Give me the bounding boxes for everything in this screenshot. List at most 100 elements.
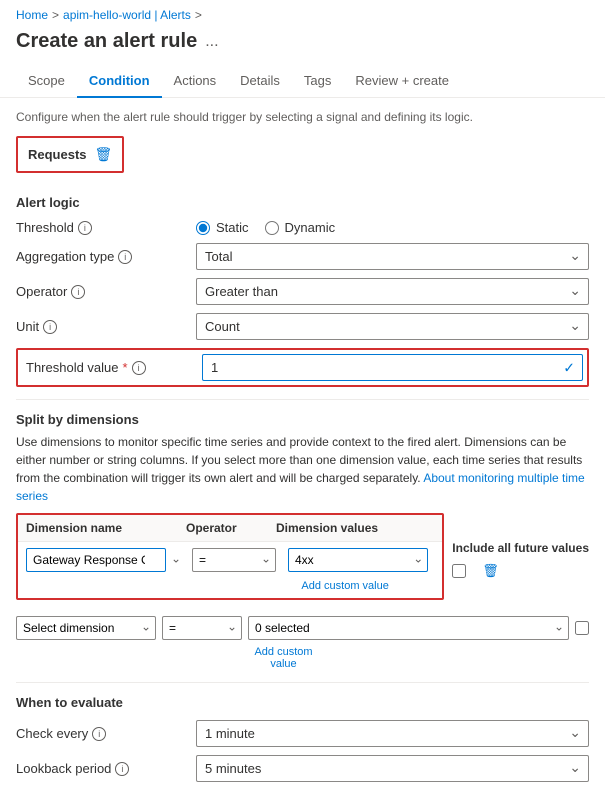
lookback-info-icon[interactable]: i xyxy=(115,762,129,776)
add-custom-value-link-1[interactable]: Add custom value xyxy=(256,578,434,592)
dim-cell-op-1: = xyxy=(192,548,282,572)
tab-scope[interactable]: Scope xyxy=(16,65,77,98)
lookback-select[interactable]: 1 minute 5 minutes 15 minutes 30 minutes… xyxy=(196,755,589,782)
unit-label-text: Unit xyxy=(16,319,39,334)
aggregation-type-row: Aggregation type i Total Average Minimum… xyxy=(16,243,589,270)
dim-add-row: Select dimension = 0 selected xyxy=(16,616,589,640)
radio-static[interactable]: Static xyxy=(196,220,249,235)
dim-add-name-wrapper: Select dimension xyxy=(16,616,156,640)
dim-header-values: Dimension values xyxy=(276,521,434,535)
page-title: Create an alert rule xyxy=(16,30,197,53)
dim-header-operator: Operator xyxy=(186,521,276,535)
dim-row-1: Gateway Response C... = xyxy=(18,542,442,578)
tab-actions[interactable]: Actions xyxy=(162,65,229,98)
requests-delete-icon[interactable]: 🗑 xyxy=(95,146,113,163)
dim-add-name-select[interactable]: Select dimension xyxy=(16,616,156,640)
lookback-label: Lookback period i xyxy=(16,761,196,776)
add-custom-value-link-2[interactable]: Add custom value xyxy=(241,644,326,670)
requests-section-box: Requests 🗑 xyxy=(16,136,124,173)
split-desc: Use dimensions to monitor specific time … xyxy=(16,433,589,505)
breadcrumb-home[interactable]: Home xyxy=(16,8,48,22)
threshold-value-label-text: Threshold value xyxy=(26,360,119,375)
breadcrumb-sep2: > xyxy=(195,8,202,22)
threshold-info-icon[interactable]: i xyxy=(78,221,92,235)
dim-val-select-1[interactable]: 4xx xyxy=(288,548,428,572)
dim-val-select-wrapper-1: 4xx xyxy=(288,548,428,572)
dim-header-name: Dimension name xyxy=(26,521,186,535)
threshold-label-text: Threshold xyxy=(16,220,74,235)
operator-select-wrapper: Greater than Less than Greater than or e… xyxy=(196,278,589,305)
dim-add-op-select[interactable]: = xyxy=(162,616,242,640)
tab-condition[interactable]: Condition xyxy=(77,65,162,98)
operator-label: Operator i xyxy=(16,284,196,299)
threshold-check-icon: ✓ xyxy=(563,359,575,376)
aggregation-select[interactable]: Total Average Minimum Maximum Count xyxy=(196,243,589,270)
dimension-table: Dimension name Operator Dimension values… xyxy=(16,513,444,600)
dim-add-val-select[interactable]: 0 selected xyxy=(248,616,569,640)
aggregation-label-text: Aggregation type xyxy=(16,249,114,264)
unit-info-icon[interactable]: i xyxy=(43,320,57,334)
check-every-info-icon[interactable]: i xyxy=(92,727,106,741)
divider1 xyxy=(16,399,589,400)
operator-label-text: Operator xyxy=(16,284,67,299)
content: Configure when the alert rule should tri… xyxy=(0,98,605,802)
threshold-value-row: Threshold value * i ✓ xyxy=(16,348,589,387)
condition-description: Configure when the alert rule should tri… xyxy=(16,110,589,124)
page-menu-icon[interactable]: ... xyxy=(205,33,218,51)
dim-future-1: Include all future values xyxy=(452,541,589,555)
include-future-checkbox-2[interactable] xyxy=(575,621,589,635)
include-future-checkbox-1[interactable] xyxy=(452,564,466,578)
tab-details[interactable]: Details xyxy=(228,65,292,98)
check-every-select-wrapper: 1 minute 5 minutes 15 minutes 30 minutes… xyxy=(196,720,589,747)
breadcrumb-resource[interactable]: apim-hello-world | Alerts xyxy=(63,8,191,22)
check-every-label: Check every i xyxy=(16,726,196,741)
check-every-row: Check every i 1 minute 5 minutes 15 minu… xyxy=(16,720,589,747)
breadcrumb: Home > apim-hello-world | Alerts > xyxy=(0,0,605,26)
dim-table-header: Dimension name Operator Dimension values xyxy=(18,515,442,542)
dim-op-select-1[interactable]: = xyxy=(192,548,276,572)
dim-cell-name-1: Gateway Response C... xyxy=(26,548,186,572)
radio-dynamic-input[interactable] xyxy=(265,221,279,235)
threshold-row: Threshold i Static Dynamic xyxy=(16,220,589,235)
requests-title: Requests xyxy=(28,147,87,162)
aggregation-info-icon[interactable]: i xyxy=(118,250,132,264)
threshold-label: Threshold i xyxy=(16,220,196,235)
dim-extras-1: Include all future values 🗑 xyxy=(452,513,589,579)
when-eval-title: When to evaluate xyxy=(16,695,589,710)
operator-select[interactable]: Greater than Less than Greater than or e… xyxy=(196,278,589,305)
aggregation-select-wrapper: Total Average Minimum Maximum Count xyxy=(196,243,589,270)
aggregation-label: Aggregation type i xyxy=(16,249,196,264)
tab-review[interactable]: Review + create xyxy=(343,65,461,98)
dim-future-header: Include all future values xyxy=(452,541,589,555)
threshold-value-input-wrapper: ✓ xyxy=(202,354,583,381)
dim-name-select-1[interactable]: Gateway Response C... xyxy=(26,548,166,572)
unit-row: Unit i Count Bytes Percent xyxy=(16,313,589,340)
lookback-select-wrapper: 1 minute 5 minutes 15 minutes 30 minutes… xyxy=(196,755,589,782)
split-by-dimensions-section: Split by dimensions Use dimensions to mo… xyxy=(16,412,589,670)
dim-cell-val-1: 4xx xyxy=(288,548,434,572)
split-title: Split by dimensions xyxy=(16,412,589,427)
breadcrumb-sep1: > xyxy=(52,8,59,22)
dim-op-select-wrapper-1: = xyxy=(192,548,276,572)
unit-select[interactable]: Count Bytes Percent xyxy=(196,313,589,340)
threshold-value-input[interactable] xyxy=(202,354,583,381)
threshold-radio-group: Static Dynamic xyxy=(196,220,589,235)
alert-logic-section: Alert logic Threshold i Static Dynamic xyxy=(16,195,589,387)
when-to-evaluate-section: When to evaluate Check every i 1 minute … xyxy=(16,695,589,782)
dim-name-select-wrapper-1: Gateway Response C... xyxy=(26,548,186,572)
radio-static-label: Static xyxy=(216,220,249,235)
alert-logic-title: Alert logic xyxy=(16,195,589,210)
table-row: Gateway Response C... = xyxy=(18,542,442,598)
check-every-select[interactable]: 1 minute 5 minutes 15 minutes 30 minutes… xyxy=(196,720,589,747)
radio-static-input[interactable] xyxy=(196,221,210,235)
radio-dynamic[interactable]: Dynamic xyxy=(265,220,336,235)
tab-tags[interactable]: Tags xyxy=(292,65,343,98)
radio-dynamic-label: Dynamic xyxy=(285,220,336,235)
check-every-label-text: Check every xyxy=(16,726,88,741)
operator-info-icon[interactable]: i xyxy=(71,285,85,299)
threshold-value-info-icon[interactable]: i xyxy=(132,361,146,375)
lookback-period-row: Lookback period i 1 minute 5 minutes 15 … xyxy=(16,755,589,782)
dim-delete-icon-1[interactable]: 🗑 xyxy=(482,563,499,579)
operator-row: Operator i Greater than Less than Greate… xyxy=(16,278,589,305)
nav-tabs: Scope Condition Actions Details Tags Rev… xyxy=(0,65,605,98)
